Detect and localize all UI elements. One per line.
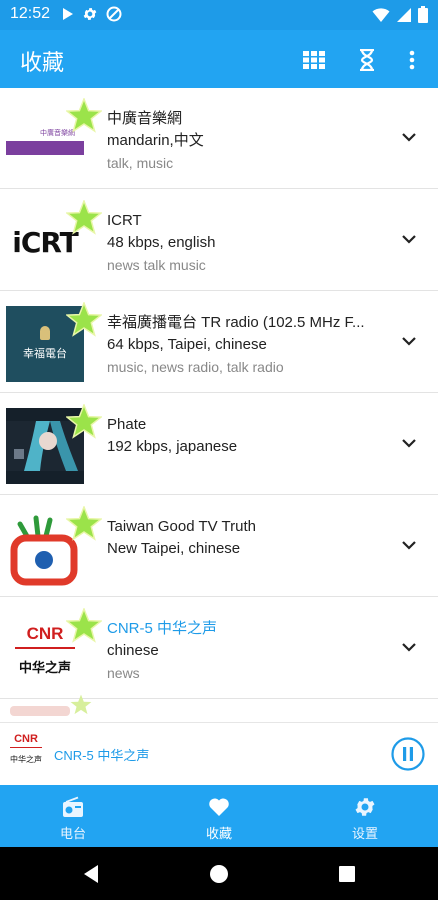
station-item[interactable]: Phate 192 kbps, japanese [0,394,438,495]
grid-view-icon [303,51,325,69]
logo-text: 幸福電台 [23,348,67,360]
chevron-down-icon[interactable] [400,536,418,554]
system-navigation-bar [0,847,438,900]
station-info: 192 kbps, japanese [107,438,238,455]
play-status-icon [63,8,73,20]
chevron-down-icon[interactable] [400,434,418,452]
status-time: 12:52 [10,5,51,22]
home-icon[interactable] [208,863,230,885]
tab-label: 收藏 [205,826,232,841]
pause-icon[interactable] [391,737,425,771]
tab-radio[interactable]: 电台 [0,785,146,847]
logo-text: CNR [14,733,38,745]
station-info: New Taipei, chinese [107,540,241,557]
now-playing-bar[interactable]: CNR 中华之声 CNR-5 中华之声 [0,722,438,785]
station-item[interactable]: iCRT ICRT 48 kbps, english news talk mus… [0,190,438,291]
wifi-icon [372,7,390,22]
tab-label: 设置 [351,826,378,841]
station-logo [10,706,70,716]
heart-icon [209,798,229,816]
radio-icon [63,796,83,817]
now-playing-logo: CNR 中华之声 [6,733,46,777]
station-info: chinese [107,642,159,659]
station-name: CNR-5 中华之声 [107,620,218,637]
station-item[interactable]: CNR 中华之声 CNR-5 中华之声 chinese news [0,598,438,699]
tab-label: 电台 [59,826,86,841]
tab-settings[interactable]: 设置 [292,785,438,847]
station-tags: news talk music [107,257,206,273]
now-playing-title: CNR-5 中华之声 [54,748,150,763]
favorite-star-icon[interactable] [70,694,92,716]
chevron-down-icon[interactable] [400,128,418,146]
app-bar: 收藏 [0,30,438,88]
favorite-star-icon[interactable] [66,302,102,338]
chevron-down-icon[interactable] [400,332,418,350]
favorite-star-icon[interactable] [66,200,102,236]
station-tags: music, news radio, talk radio [107,359,284,375]
station-info: 64 kbps, Taipei, chinese [107,336,267,353]
station-name: 幸福廣播電台 TR radio (102.5 MHz F... [107,314,365,331]
favorite-star-icon[interactable] [66,98,102,134]
back-icon[interactable] [80,863,102,885]
hourglass-icon [360,49,374,71]
chevron-down-icon[interactable] [400,638,418,656]
logo-subtext: 中华之声 [18,660,71,675]
settings-status-icon [83,8,97,20]
bottom-navigation: 电台 收藏 设置 [0,785,438,847]
chevron-down-icon[interactable] [400,230,418,248]
sync-status-icon [106,6,122,22]
cell-signal-icon [397,7,411,22]
station-item-partial[interactable] [0,694,438,722]
more-vert-icon [409,50,415,70]
grid-view-button[interactable] [300,46,328,74]
page-title: 收藏 [20,50,65,75]
station-name: 中廣音樂網 [107,110,183,127]
tab-favorites[interactable]: 收藏 [146,785,292,847]
favorite-star-icon[interactable] [66,404,102,440]
logo-subtext: 中华之声 [10,755,42,764]
recents-icon[interactable] [336,863,358,885]
station-tags: talk, music [107,155,174,171]
sleep-timer-button[interactable] [353,46,381,74]
favorite-star-icon[interactable] [66,608,102,644]
station-name: Phate [107,416,147,433]
station-name: ICRT [107,212,142,229]
station-info: 48 kbps, english [107,234,216,251]
station-tags: news [107,665,140,681]
station-info: mandarin,中文 [107,132,204,149]
station-item[interactable]: Taiwan Good TV Truth New Taipei, chinese [0,496,438,597]
station-name: Taiwan Good TV Truth [107,518,256,535]
more-options-button[interactable] [398,46,426,74]
battery-icon [418,6,428,23]
status-bar: 12:52 [0,0,438,30]
station-item[interactable]: 中廣音樂網 中廣音樂網 mandarin,中文 talk, music [0,88,438,189]
favorites-list[interactable]: 中廣音樂網 中廣音樂網 mandarin,中文 talk, music iCRT… [0,88,438,722]
favorite-star-icon[interactable] [66,506,102,542]
station-item[interactable]: 幸福電台 幸福廣播電台 TR radio (102.5 MHz F... 64 … [0,292,438,393]
gear-icon [355,798,375,816]
